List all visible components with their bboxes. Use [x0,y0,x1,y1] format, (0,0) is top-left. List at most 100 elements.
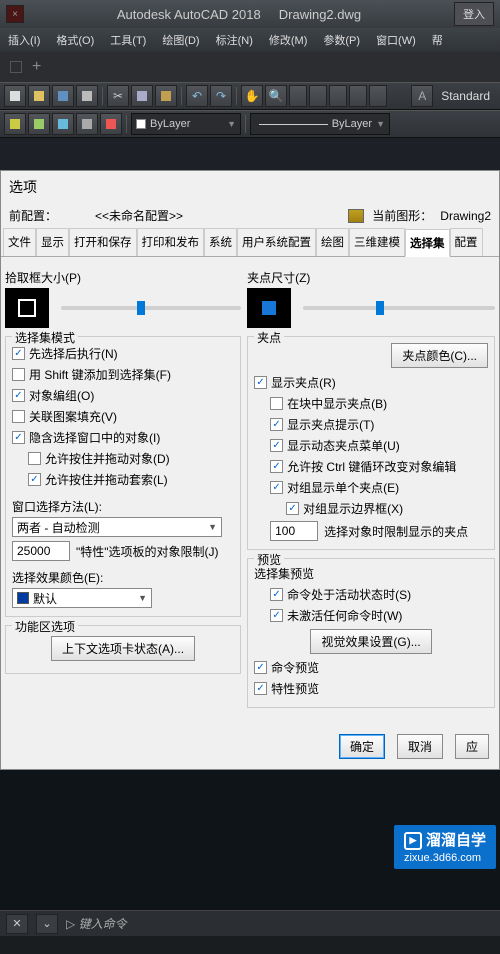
chk-show-grips[interactable] [254,376,267,389]
layer-freeze-icon[interactable] [52,113,74,135]
window-method-label: 窗口选择方法(L): [12,498,234,515]
cmd-close-icon[interactable]: ✕ [6,914,28,934]
pickbox-size-label: 拾取框大小(P) [5,269,241,286]
chk-allow-drag-obj[interactable] [28,452,41,465]
chk-preview-active[interactable] [270,588,283,601]
tool-misc1-icon[interactable] [289,85,307,107]
tab-userpref[interactable]: 用户系统配置 [237,228,316,256]
chk-group-single-grip[interactable] [270,481,283,494]
tab-opensave[interactable]: 打开和保存 [69,228,137,256]
apply-button[interactable]: 应 [455,734,489,759]
tab-3dmodeling[interactable]: 三维建模 [349,228,405,256]
grip-size-label: 夹点尺寸(Z) [247,269,495,286]
chk-preview-noactive[interactable] [270,609,283,622]
color-selector[interactable]: ByLayer ▼ [131,113,241,135]
ok-button[interactable]: 确定 [339,734,385,759]
grip-size-slider[interactable] [303,306,495,310]
dimstyle-label: Standard [435,89,496,103]
drawing-canvas[interactable] [0,138,500,170]
watermark: ▶溜溜自学 zixue.3d66.com [394,825,496,869]
tool-misc5-icon[interactable] [369,85,387,107]
visual-effect-button[interactable]: 视觉效果设置(G)... [310,629,431,654]
menu-parametric[interactable]: 参数(P) [315,28,368,52]
tool-misc4-icon[interactable] [349,85,367,107]
tool-redo-icon[interactable]: ↷ [210,85,232,107]
chk-property-preview[interactable] [254,682,267,695]
effect-color-select[interactable]: 默认▼ [12,588,152,608]
menu-modify[interactable]: 修改(M) [261,28,316,52]
menu-dimension[interactable]: 标注(N) [208,28,261,52]
chk-object-group[interactable] [12,389,25,402]
layer-prop-icon[interactable] [4,113,26,135]
tool-zoom-icon[interactable]: 🔍 [265,85,287,107]
grip-color-button[interactable]: 夹点颜色(C)... [391,343,488,368]
cmd-config-icon[interactable]: ⌄ [36,914,58,934]
menu-window[interactable]: 窗口(W) [368,28,424,52]
menu-format[interactable]: 格式(O) [48,28,102,52]
chk-group-bbox[interactable] [286,502,299,515]
tool-open-icon[interactable] [28,85,50,107]
layer-state-icon[interactable] [28,113,50,135]
tool-paste-icon[interactable] [155,85,177,107]
titlebar: × Autodesk AutoCAD 2018 Drawing2.dwg 登入 [0,0,500,28]
chk-grips-in-blocks[interactable] [270,397,283,410]
tool-cut-icon[interactable]: ✂ [107,85,129,107]
ribbon-options-group: 功能区选项 上下文选项卡状态(A)... [5,625,241,674]
tool-undo-icon[interactable]: ↶ [186,85,208,107]
tool-misc3-icon[interactable] [329,85,347,107]
chk-command-preview[interactable] [254,661,267,674]
chk-dynamic-grip-menu[interactable] [270,439,283,452]
chk-ctrl-cycle[interactable] [270,460,283,473]
tool-misc2-icon[interactable] [309,85,327,107]
close-button[interactable]: × [6,5,24,23]
context-tab-state-button[interactable]: 上下文选项卡状态(A)... [51,636,195,661]
tool-new-icon[interactable] [4,85,26,107]
chk-noun-verb[interactable] [12,347,25,360]
selection-mode-group: 选择集模式 先选择后执行(N) 用 Shift 键添加到选择集(F) 对象编组(… [5,336,241,617]
tool-copy-icon[interactable] [131,85,153,107]
chk-assoc-hatch[interactable] [12,410,25,423]
dialog-title: 选项 [1,171,499,203]
drawing-value: Drawing2 [440,209,491,223]
layer-color-icon[interactable] [100,113,122,135]
layer-lock-icon[interactable] [76,113,98,135]
tab-selection[interactable]: 选择集 [405,229,450,257]
tab-system[interactable]: 系统 [204,228,237,256]
dialog-button-row: 确定 取消 应 [1,724,499,769]
window-method-select[interactable]: 两者 - 自动检测▼ [12,517,222,537]
chk-allow-drag-lasso[interactable] [28,473,41,486]
start-tab-icon[interactable] [10,61,22,73]
toolbar-row-2: ByLayer ▼ ByLayer ▼ [0,110,500,138]
tool-save-icon[interactable] [52,85,74,107]
tab-file[interactable]: 文件 [3,228,36,256]
chk-shift-add[interactable] [12,368,25,381]
chk-implied-window[interactable] [12,431,25,444]
grip-preview [247,288,291,328]
tool-print-icon[interactable] [76,85,98,107]
tab-plot[interactable]: 打印和发布 [137,228,205,256]
pickbox-preview [5,288,49,328]
chk-grip-tips[interactable] [270,418,283,431]
tab-drafting[interactable]: 绘图 [316,228,349,256]
preview-group: 预览 选择集预览 命令处于活动状态时(S) 未激活任何命令时(W) 视觉效果设置… [247,558,495,708]
menu-tools[interactable]: 工具(T) [102,28,154,52]
login-button[interactable]: 登入 [454,2,494,26]
tool-pan-icon[interactable]: ✋ [241,85,263,107]
command-line[interactable]: ✕ ⌄ ▷ 键入命令 [0,910,500,936]
menu-insert[interactable]: 插入(I) [0,28,48,52]
property-limit-label: "特性"选项板的对象限制(J) [76,543,219,560]
tab-display[interactable]: 显示 [36,228,69,256]
tab-profiles[interactable]: 配置 [450,228,483,256]
toolbar-row-1: ✂ ↶ ↷ ✋ 🔍 A Standard [0,82,500,110]
new-tab-button[interactable]: + [22,58,51,76]
grip-limit-input[interactable]: 100 [270,521,318,541]
pickbox-size-slider[interactable] [61,306,241,310]
property-limit-input[interactable]: 25000 [12,541,70,561]
linetype-selector[interactable]: ByLayer ▼ [250,113,390,135]
grip-limit-label: 选择对象时限制显示的夹点 [324,523,468,540]
menu-help[interactable]: 帮 [424,28,451,52]
cancel-button[interactable]: 取消 [397,734,443,759]
tool-dimstyle-icon[interactable]: A [411,85,433,107]
menu-draw[interactable]: 绘图(D) [154,28,207,52]
grips-group: 夹点 夹点颜色(C)... 显示夹点(R) 在块中显示夹点(B) 显示夹点提示(… [247,336,495,550]
